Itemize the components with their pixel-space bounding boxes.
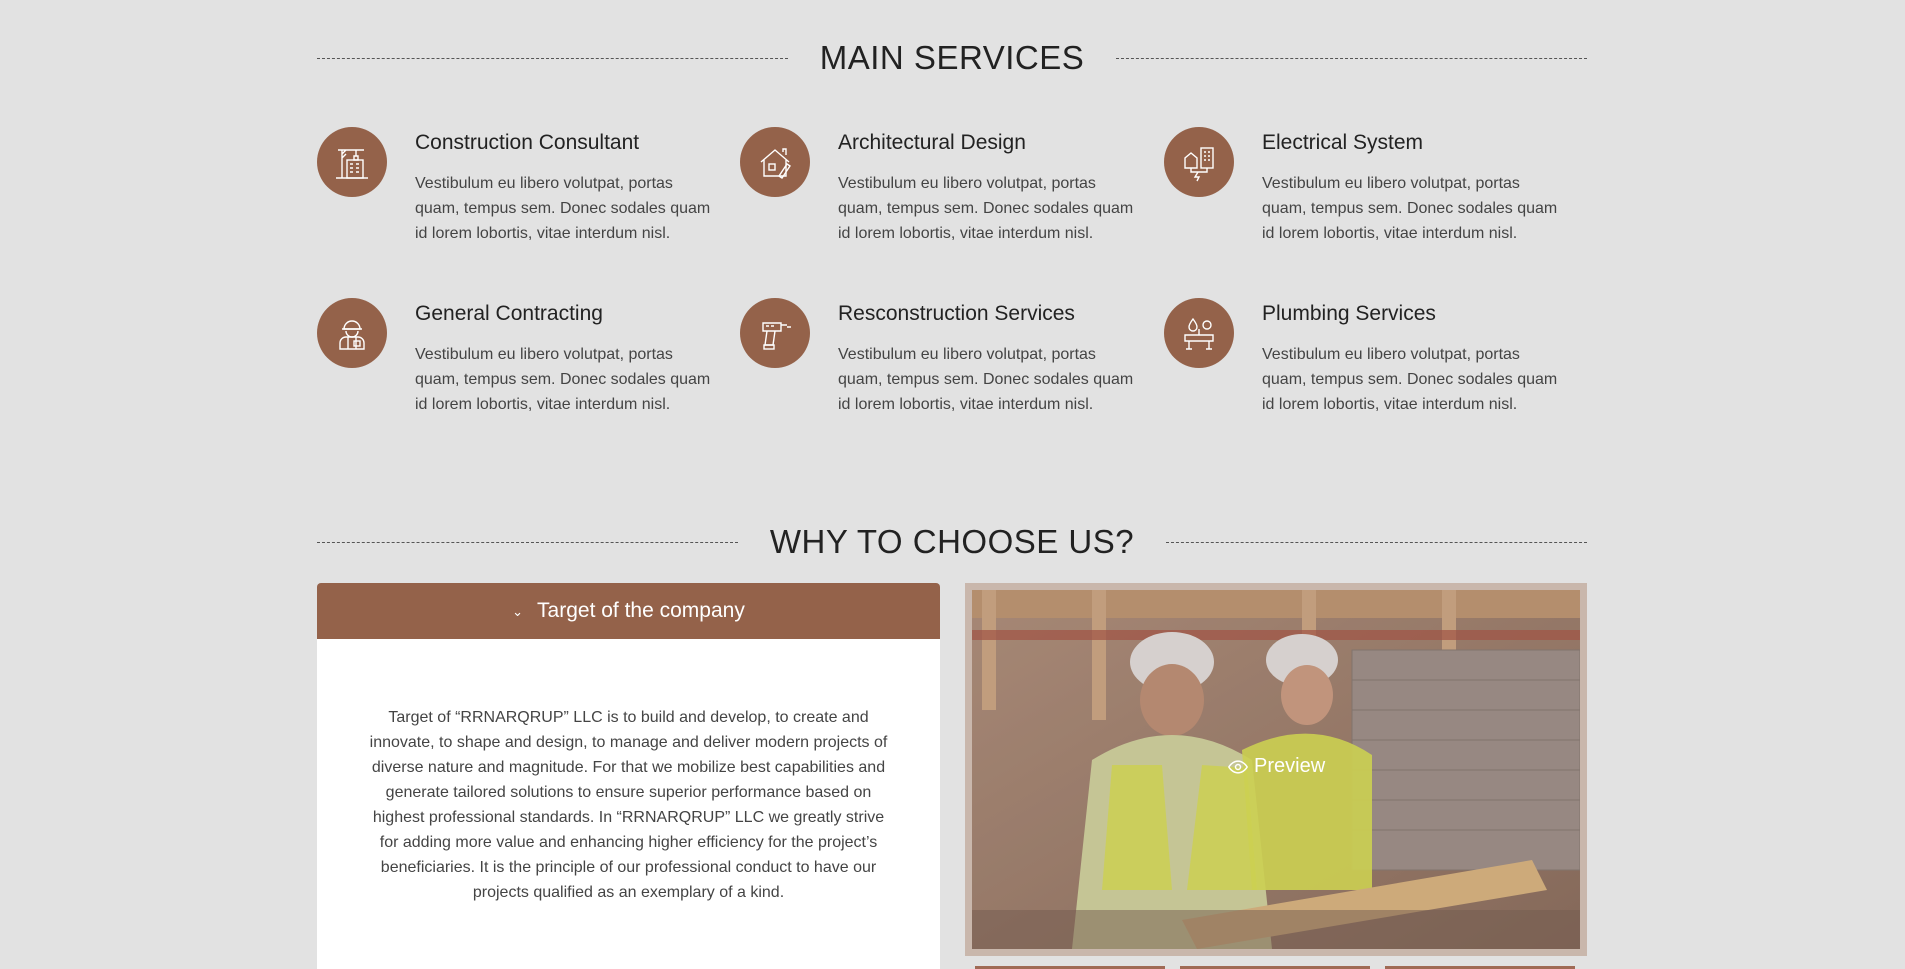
service-title: Architectural Design [838,131,1026,154]
service-description: Vestibulum eu libero volutpat, portas qu… [415,175,711,242]
heading-rule-right [1166,541,1587,543]
accordion-panel: Target of “RRNARQRUP” LLC is to build an… [317,639,940,969]
eye-icon [1228,759,1248,774]
heading-rule-right [1116,57,1587,59]
service-plumbing-services: Plumbing Services Vestibulum eu libero v… [1164,298,1587,438]
preview-label: Preview [1254,755,1326,777]
heading-rule-left [317,57,788,59]
why-choose-us-heading: WHY TO CHOOSE US? [317,520,1587,564]
service-title: Electrical System [1262,131,1424,154]
heading-rule-left [317,541,738,543]
service-construction-consultant: Construction Consultant Vestibulum eu li… [317,127,740,267]
service-description: Vestibulum eu libero volutpat, portas qu… [1262,175,1558,242]
service-electrical-system: Electrical System Vestibulum eu libero v… [1164,127,1587,267]
worker-helmet-icon [317,298,387,368]
why-choose-us-title: WHY TO CHOOSE US? [769,523,1135,560]
chevron-down-icon: ⌄ [512,604,524,619]
service-description: Vestibulum eu libero volutpat, portas qu… [838,346,1134,413]
main-services-heading: MAIN SERVICES [317,36,1587,80]
crane-building-icon [317,127,387,197]
service-general-contracting: General Contracting Vestibulum eu libero… [317,298,740,438]
services-grid: Construction Consultant Vestibulum eu li… [317,127,1587,427]
service-description: Vestibulum eu libero volutpat, portas qu… [415,346,711,413]
plumbing-pipes-icon [1164,298,1234,368]
service-architectural-design: Architectural Design Vestibulum eu liber… [740,127,1163,267]
service-title: Resconstruction Services [838,302,1075,325]
service-description: Vestibulum eu libero volutpat, portas qu… [1262,346,1558,413]
service-description: Vestibulum eu libero volutpat, portas qu… [838,175,1134,242]
service-title: Plumbing Services [1262,302,1436,325]
preview-button[interactable]: Preview [1228,755,1325,778]
drill-icon [740,298,810,368]
accordion-label: Target of the company [537,599,745,622]
accordion-toggle-target[interactable]: ⌄ Target of the company [317,583,940,639]
main-services-title: MAIN SERVICES [819,39,1085,76]
electrical-building-icon [1164,127,1234,197]
service-title: General Contracting [415,302,603,325]
service-title: Construction Consultant [415,131,640,154]
accordion-text: Target of “RRNARQRUP” LLC is to build an… [369,709,888,901]
service-reconstruction-services: Resconstruction Services Vestibulum eu l… [740,298,1163,438]
house-ruler-icon [740,127,810,197]
